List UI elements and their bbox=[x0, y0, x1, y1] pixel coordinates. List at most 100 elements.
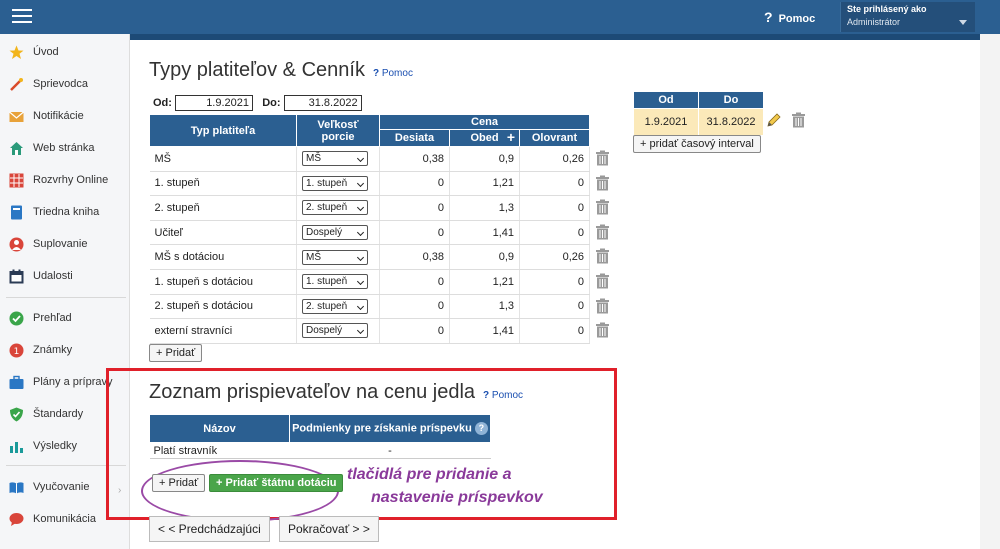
col-snack1: Desiata bbox=[379, 129, 450, 147]
portion-size-select[interactable]: 2. stupeň bbox=[302, 298, 368, 314]
home-icon bbox=[9, 141, 24, 156]
wand-icon bbox=[9, 77, 24, 92]
price-lunch[interactable]: 0,9 bbox=[449, 244, 520, 270]
user-menu[interactable]: Ste prihlásený ako Administrátor bbox=[840, 2, 975, 32]
user-label: Ste prihlásený ako bbox=[847, 4, 927, 14]
portion-size-select[interactable]: MŠ bbox=[302, 249, 368, 265]
col-conditions: Podmienky pre získanie príspevku ? bbox=[289, 414, 491, 443]
col-snack2: Olovrant bbox=[519, 129, 590, 147]
info-icon[interactable]: ? bbox=[474, 422, 488, 435]
trash-icon[interactable] bbox=[595, 248, 609, 264]
date-from-input[interactable]: 1.9.2021 bbox=[175, 95, 254, 111]
col-to: Do bbox=[698, 91, 764, 109]
sidebar-item-uvod[interactable]: Úvod bbox=[0, 36, 130, 68]
user-value: Administrátor bbox=[847, 17, 901, 27]
sidebar-item-znamky[interactable]: 1 Známky bbox=[0, 334, 130, 366]
portion-size-select[interactable]: 1. stupeň bbox=[302, 274, 368, 290]
table-row[interactable]: MŠ MŠ 0,38 0,9 0,26 bbox=[149, 146, 590, 172]
table-row[interactable]: 1. stupeň s dotáciou 1. stupeň 0 1,21 0 bbox=[149, 269, 590, 295]
calendar-grid-icon bbox=[9, 173, 24, 188]
add-contributor-button[interactable]: + Pridať bbox=[152, 474, 206, 492]
portion-size-cell: MŠ bbox=[296, 146, 380, 172]
sidebar-item-rozvrhy-online[interactable]: Rozvrhy Online bbox=[0, 164, 130, 196]
price-snack2[interactable]: 0,26 bbox=[519, 146, 590, 172]
price-snack2[interactable]: 0 bbox=[519, 220, 590, 246]
help-link[interactable]: ? Pomoc bbox=[483, 390, 523, 401]
date-to-input[interactable]: 31.8.2022 bbox=[283, 95, 362, 111]
price-lunch[interactable]: 1,21 bbox=[449, 269, 520, 295]
price-snack1[interactable]: 0 bbox=[379, 269, 450, 295]
section-title: Zoznam prispievateľov na cenu jedla? Pom… bbox=[149, 381, 524, 403]
price-lunch[interactable]: 0,9 bbox=[449, 146, 520, 172]
price-snack2[interactable]: 0 bbox=[519, 171, 590, 197]
interval-from[interactable]: 1.9.2021 bbox=[633, 108, 699, 136]
sidebar-item-web-stranka[interactable]: Web stránka bbox=[0, 132, 130, 164]
sidebar-item-sprievodca[interactable]: Sprievodca bbox=[0, 68, 130, 100]
sidebar-item-notifikacie[interactable]: Notifikácie bbox=[0, 100, 130, 132]
add-state-subsidy-button[interactable]: + Pridať štátnu dotáciu bbox=[209, 474, 344, 492]
continue-button[interactable]: Pokračovať > > bbox=[279, 516, 379, 542]
portion-size-cell: 1. stupeň bbox=[296, 269, 380, 295]
table-row[interactable]: 1. stupeň 1. stupeň 0 1,21 0 bbox=[149, 171, 590, 197]
svg-text:1: 1 bbox=[14, 347, 20, 357]
price-lunch[interactable]: 1,21 bbox=[449, 171, 520, 197]
menu-icon[interactable] bbox=[12, 9, 32, 25]
interval-table: Od Do 1.9.2021 31.8.2022 bbox=[633, 91, 764, 136]
table-row[interactable]: Platí stravník - bbox=[149, 442, 491, 459]
trash-icon[interactable] bbox=[595, 273, 609, 289]
table-row[interactable]: externí stravníci Dospelý 0 1,41 0 bbox=[149, 318, 590, 344]
price-snack2[interactable]: 0 bbox=[519, 269, 590, 295]
price-lunch[interactable]: 1,3 bbox=[449, 294, 520, 320]
sidebar-item-triedna-kniha[interactable]: Triedna kniha bbox=[0, 196, 130, 228]
price-snack2[interactable]: 0 bbox=[519, 294, 590, 320]
add-payer-button[interactable]: + Pridať bbox=[149, 344, 203, 362]
price-snack1[interactable]: 0 bbox=[379, 171, 450, 197]
chat-icon bbox=[9, 512, 24, 527]
price-lunch[interactable]: 1,3 bbox=[449, 195, 520, 221]
top-bar-underline bbox=[130, 34, 980, 40]
price-lunch[interactable]: 1,41 bbox=[449, 220, 520, 246]
interval-to[interactable]: 31.8.2022 bbox=[698, 108, 764, 136]
portion-size-select[interactable]: MŠ bbox=[302, 151, 368, 167]
previous-button[interactable]: < < Predchádzajúci bbox=[149, 516, 270, 542]
table-row[interactable]: 2. stupeň s dotáciou 2. stupeň 0 1,3 0 bbox=[149, 294, 590, 320]
price-snack1[interactable]: 0 bbox=[379, 195, 450, 221]
col-type: Typ platiteľa bbox=[149, 114, 297, 147]
price-snack1[interactable]: 0 bbox=[379, 220, 450, 246]
table-row[interactable]: 2. stupeň 2. stupeň 0 1,3 0 bbox=[149, 195, 590, 221]
calendar-icon bbox=[9, 269, 24, 284]
plus-icon[interactable]: + bbox=[507, 129, 515, 145]
price-snack1[interactable]: 0,38 bbox=[379, 146, 450, 172]
help-link[interactable]: ? Pomoc bbox=[373, 68, 413, 79]
trash-icon[interactable] bbox=[595, 224, 609, 240]
price-snack2[interactable]: 0 bbox=[519, 318, 590, 344]
trash-icon[interactable] bbox=[595, 150, 609, 166]
portion-size-select[interactable]: Dospelý bbox=[302, 323, 368, 339]
table-row[interactable]: Učiteľ Dospelý 0 1,41 0 bbox=[149, 220, 590, 246]
price-lunch[interactable]: 1,41 bbox=[449, 318, 520, 344]
shield-check-icon bbox=[9, 407, 24, 422]
trash-icon[interactable] bbox=[791, 112, 805, 128]
price-snack2[interactable]: 0 bbox=[519, 195, 590, 221]
price-snack1[interactable]: 0 bbox=[379, 318, 450, 344]
portion-size-select[interactable]: 2. stupeň bbox=[302, 200, 368, 216]
trash-icon[interactable] bbox=[595, 298, 609, 314]
price-snack1[interactable]: 0 bbox=[379, 294, 450, 320]
pencil-icon[interactable] bbox=[766, 112, 781, 127]
portion-size-select[interactable]: Dospelý bbox=[302, 225, 368, 241]
add-interval-button[interactable]: + pridať časový interval bbox=[633, 135, 761, 153]
col-size: Veľkosť porcie bbox=[296, 114, 380, 147]
help-link[interactable]: ? Pomoc bbox=[764, 9, 815, 25]
table-row[interactable]: MŠ s dotáciou MŠ 0,38 0,9 0,26 bbox=[149, 244, 590, 270]
trash-icon[interactable] bbox=[595, 199, 609, 215]
sidebar-item-suplovanie[interactable]: Suplovanie bbox=[0, 228, 130, 260]
price-snack2[interactable]: 0,26 bbox=[519, 244, 590, 270]
price-snack1[interactable]: 0,38 bbox=[379, 244, 450, 270]
scrollbar[interactable] bbox=[980, 34, 1000, 549]
sidebar-item-prehlad[interactable]: Prehľad bbox=[0, 302, 130, 334]
portion-size-select[interactable]: 1. stupeň bbox=[302, 175, 368, 191]
trash-icon[interactable] bbox=[595, 322, 609, 338]
top-bar: ? Pomoc Ste prihlásený ako Administrátor bbox=[0, 0, 1000, 34]
trash-icon[interactable] bbox=[595, 175, 609, 191]
sidebar-item-udalosti[interactable]: Udalosti bbox=[0, 260, 130, 292]
